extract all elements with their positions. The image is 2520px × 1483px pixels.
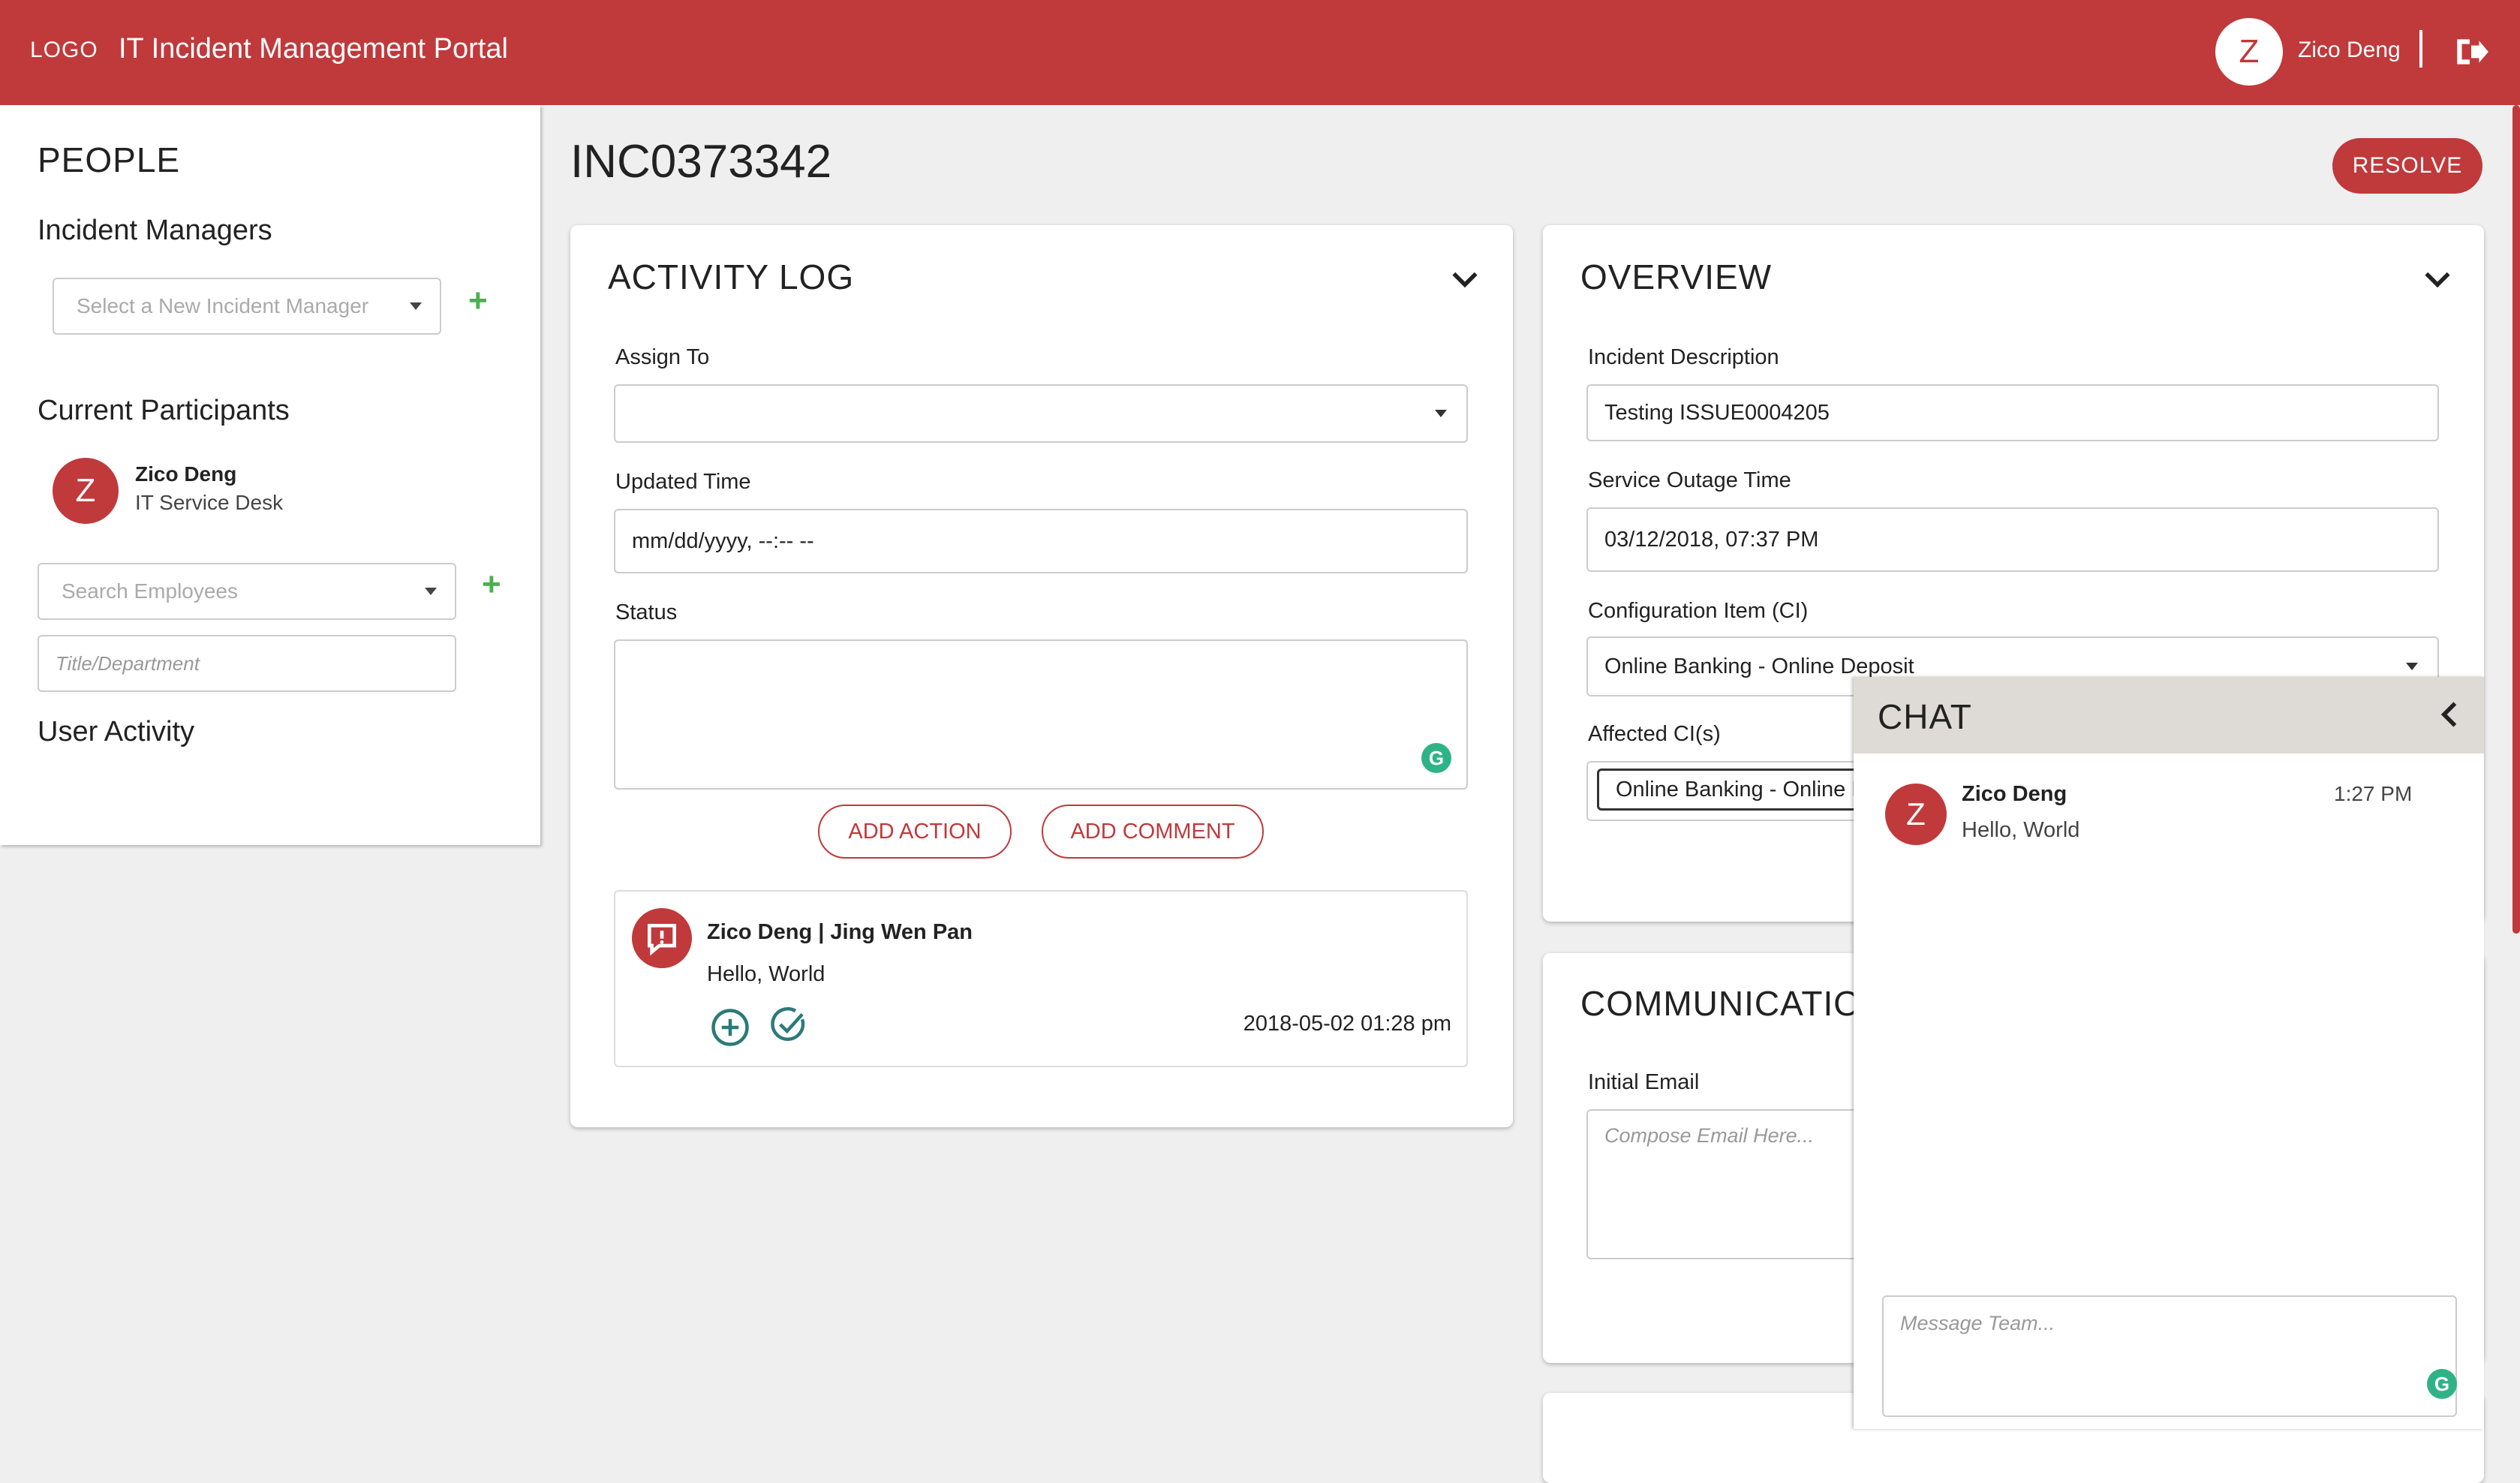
incident-manager-select-placeholder: Select a New Incident Manager xyxy=(77,294,369,317)
sign-out-icon[interactable] xyxy=(2452,33,2490,71)
chevron-down-icon xyxy=(425,588,437,595)
chevron-left-icon[interactable] xyxy=(2433,698,2466,731)
grammarly-icon[interactable]: G xyxy=(2427,1369,2457,1399)
add-participant-icon[interactable]: + xyxy=(482,566,501,603)
resolve-button[interactable]: RESOLVE xyxy=(2332,138,2482,194)
user-name[interactable]: Zico Deng xyxy=(2298,38,2401,63)
incident-id: INC0373342 xyxy=(570,136,832,188)
chat-message-author: Zico Deng xyxy=(1962,782,2067,806)
chevron-down-icon xyxy=(410,302,422,310)
initial-email-label: Initial Email xyxy=(1588,1070,1700,1094)
assign-to-select[interactable] xyxy=(614,384,1468,443)
chevron-down-icon xyxy=(2406,663,2418,670)
initial-email-placeholder: Compose Email Here... xyxy=(1604,1124,1815,1147)
page-scrollbar[interactable] xyxy=(2512,105,2520,934)
add-circle-icon[interactable] xyxy=(710,1007,750,1048)
status-label: Status xyxy=(615,600,678,624)
add-action-button[interactable]: ADD ACTION xyxy=(818,805,1012,859)
title-department-placeholder: Title/Department xyxy=(56,651,200,675)
incident-description-label: Incident Description xyxy=(1588,345,1779,369)
incident-description-value: Testing ISSUE0004205 xyxy=(1604,400,1830,425)
add-comment-button[interactable]: ADD COMMENT xyxy=(1042,805,1264,859)
updated-time-value: mm/dd/yyyy, --:-- -- xyxy=(632,528,814,553)
current-participants-label: Current Participants xyxy=(38,395,290,426)
logo[interactable]: LOGO xyxy=(30,38,98,63)
activity-log-entry: Zico Deng | Jing Wen Pan Hello, World 20… xyxy=(614,890,1468,1067)
search-employees-select[interactable]: Search Employees xyxy=(38,563,456,620)
chat-header: CHAT xyxy=(1854,677,2484,754)
assign-to-label: Assign To xyxy=(615,345,710,369)
participant-role: IT Service Desk xyxy=(135,491,284,514)
chat-message-avatar: Z xyxy=(1885,784,1947,845)
header-divider xyxy=(2419,30,2422,68)
status-textarea[interactable] xyxy=(614,639,1468,790)
people-panel: PEOPLE Incident Managers Select a New In… xyxy=(0,105,540,845)
search-employees-placeholder: Search Employees xyxy=(62,579,239,603)
add-manager-icon[interactable]: + xyxy=(468,282,488,320)
participant-avatar: Z xyxy=(53,458,119,524)
title-department-field[interactable]: Title/Department xyxy=(38,635,456,692)
app-title: IT Incident Management Portal xyxy=(119,33,508,65)
communication-title: COMMUNICATION xyxy=(1580,984,1887,1023)
collapse-chevron-icon[interactable] xyxy=(2421,263,2454,296)
check-circle-icon[interactable] xyxy=(768,1004,809,1045)
updated-time-label: Updated Time xyxy=(615,470,751,494)
configuration-item-value: Online Banking - Online Deposit xyxy=(1604,654,1914,678)
participant-name: Zico Deng xyxy=(135,462,237,486)
log-entry-message: Hello, World xyxy=(707,962,825,986)
user-activity-label: User Activity xyxy=(38,716,195,748)
service-outage-label: Service Outage Time xyxy=(1588,468,1791,492)
chevron-down-icon xyxy=(1435,410,1447,417)
service-outage-input[interactable]: 03/12/2018, 07:37 PM xyxy=(1586,507,2439,572)
affected-cis-label: Affected CI(s) xyxy=(1588,722,1721,746)
chat-message-time: 1:27 PM xyxy=(2334,782,2413,805)
configuration-item-label: Configuration Item (CI) xyxy=(1588,599,1809,623)
chat-input-placeholder: Message Team... xyxy=(1900,1312,2055,1334)
grammarly-icon[interactable]: G xyxy=(1421,743,1451,773)
updated-time-input[interactable]: mm/dd/yyyy, --:-- -- xyxy=(614,509,1468,573)
top-bar: LOGO IT Incident Management Portal Z Zic… xyxy=(0,0,2520,105)
log-entry-timestamp: 2018-05-02 01:28 pm xyxy=(1243,1012,1451,1036)
overview-title: OVERVIEW xyxy=(1580,257,1773,296)
service-outage-value: 03/12/2018, 07:37 PM xyxy=(1604,527,1819,552)
chat-message-text: Hello, World xyxy=(1962,818,2080,842)
incident-description-input[interactable]: Testing ISSUE0004205 xyxy=(1586,384,2439,441)
chat-message-input[interactable]: Message Team... xyxy=(1882,1295,2457,1417)
collapse-chevron-icon[interactable] xyxy=(1448,263,1481,296)
incident-manager-select[interactable]: Select a New Incident Manager xyxy=(53,278,441,335)
user-avatar[interactable]: Z xyxy=(2215,18,2283,86)
log-entry-authors: Zico Deng | Jing Wen Pan xyxy=(707,920,973,944)
comment-alert-icon xyxy=(632,908,692,968)
chat-panel: CHAT Z Zico Deng 1:27 PM Hello, World Me… xyxy=(1854,677,2484,1429)
incident-managers-label: Incident Managers xyxy=(38,215,272,246)
chat-title: CHAT xyxy=(1878,697,1972,736)
activity-log-title: ACTIVITY LOG xyxy=(608,257,855,296)
people-heading: PEOPLE xyxy=(38,140,181,179)
